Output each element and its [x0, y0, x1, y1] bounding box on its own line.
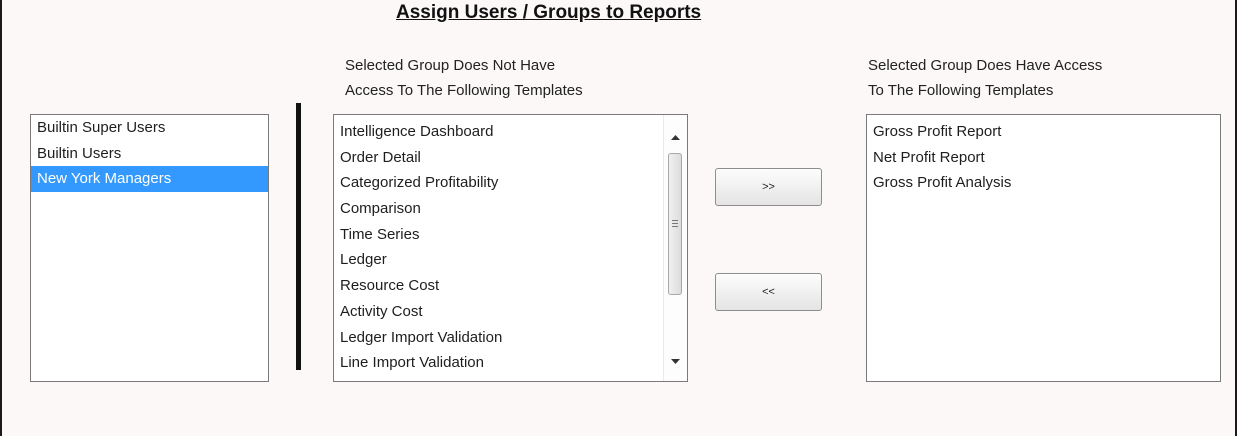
title-area: Assign Users / Groups to Reports	[2, 0, 1235, 24]
scroll-thumb[interactable]	[668, 153, 682, 295]
vertical-divider	[296, 103, 301, 370]
add-template-button[interactable]: >>	[715, 168, 822, 206]
assigned-template-item[interactable]: Gross Profit Analysis	[867, 170, 1220, 196]
groups-listbox[interactable]: Builtin Super Users Builtin Users New Yo…	[30, 114, 269, 382]
template-item[interactable]: Ledger	[334, 247, 663, 273]
no-access-caption-line1: Selected Group Does Not Have	[345, 57, 556, 74]
template-item[interactable]: Order Detail	[334, 145, 663, 171]
template-item[interactable]: Time Series	[334, 222, 663, 248]
no-access-items: Intelligence Dashboard Order Detail Cate…	[334, 119, 663, 376]
group-item[interactable]: Builtin Super Users	[31, 115, 268, 141]
vertical-scrollbar[interactable]	[663, 115, 687, 381]
assigned-template-item[interactable]: Gross Profit Report	[867, 119, 1220, 145]
assign-reports-panel: Assign Users / Groups to Reports Selecte…	[0, 0, 1237, 436]
has-access-caption-line2: To The Following Templates	[868, 82, 1054, 99]
has-access-items: Gross Profit Report Net Profit Report Gr…	[867, 119, 1220, 196]
assigned-template-item[interactable]: Net Profit Report	[867, 145, 1220, 171]
group-item-selected[interactable]: New York Managers	[31, 166, 268, 193]
remove-template-button[interactable]: <<	[715, 273, 822, 311]
template-item[interactable]: Resource Cost	[334, 273, 663, 299]
page-title: Assign Users / Groups to Reports	[396, 2, 702, 23]
template-item[interactable]: Categorized Profitability	[334, 170, 663, 196]
template-item[interactable]: Intelligence Dashboard	[334, 119, 663, 145]
has-access-templates-listbox[interactable]: Gross Profit Report Net Profit Report Gr…	[866, 114, 1221, 382]
template-item[interactable]: Activity Cost	[334, 299, 663, 325]
template-item[interactable]: Line Import Validation	[334, 350, 663, 376]
scroll-up-arrow-icon[interactable]	[664, 127, 687, 147]
no-access-caption-line2: Access To The Following Templates	[345, 82, 583, 99]
scroll-down-arrow-icon[interactable]	[664, 351, 687, 371]
no-access-templates-listbox[interactable]: Intelligence Dashboard Order Detail Cate…	[333, 114, 688, 382]
scroll-grip-icon	[672, 226, 678, 227]
template-item[interactable]: Ledger Import Validation	[334, 325, 663, 351]
has-access-caption-line1: Selected Group Does Have Access	[868, 57, 1103, 74]
scroll-grip-icon	[672, 220, 678, 221]
template-item[interactable]: Comparison	[334, 196, 663, 222]
scroll-grip-icon	[672, 223, 678, 224]
group-item[interactable]: Builtin Users	[31, 141, 268, 167]
